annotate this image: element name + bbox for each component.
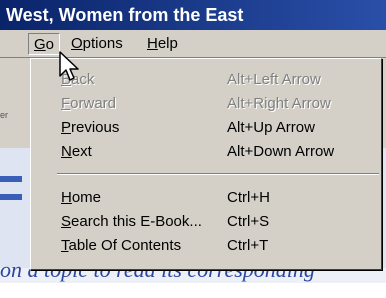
menu-item-forward-shortcut: Alt+Right Arrow — [227, 95, 331, 112]
menu-item-toc-text: able Of Contents — [68, 237, 182, 254]
menu-item-toc-accel: T — [61, 237, 69, 254]
menu-item-previous-accel: P — [61, 119, 72, 136]
menu-item-search-text: earch this E-Book... — [71, 213, 202, 230]
menu-separator — [57, 173, 379, 175]
menu-help-label: elp — [157, 35, 178, 52]
menu-item-previous[interactable]: Previous Alt+Up Arrow — [31, 116, 381, 140]
menu-item-forward[interactable]: Forward Alt+Right Arrow — [31, 92, 381, 116]
menu-go-accel: G — [34, 36, 46, 53]
menu-item-table-of-contents[interactable]: Table Of Contents Ctrl+T — [31, 234, 381, 258]
window-title: West, Women from the East — [6, 5, 244, 25]
menu-item-previous-label: Previous — [61, 116, 119, 140]
menu-item-home-text: ome — [71, 189, 102, 206]
go-menu-dropdown: Back Alt+Left Arrow Forward Alt+Right Ar… — [30, 58, 382, 270]
menu-item-home-accel: H — [61, 189, 72, 206]
menu-item-back-shortcut: Alt+Left Arrow — [227, 71, 321, 88]
menu-item-next-text: ext — [71, 143, 92, 160]
menu-item-forward-accel: F — [61, 95, 71, 112]
arrow-cursor-icon — [59, 51, 79, 81]
menu-item-next-shortcut: Alt+Down Arrow — [227, 143, 335, 160]
menu-item-home-label: Home — [61, 186, 101, 210]
partial-toolbar-label: er — [0, 110, 9, 120]
menu-item-next-label: Next — [61, 140, 92, 164]
menu-item-toc-label: Table Of Contents — [61, 234, 181, 258]
menu-item-search-shortcut: Ctrl+S — [227, 213, 270, 230]
menu-item-next-accel: N — [61, 143, 72, 160]
menu-go-label: o — [45, 36, 55, 53]
menu-item-toc-shortcut: Ctrl+T — [227, 237, 269, 254]
menu-item-search-label: Search this E-Book... — [61, 210, 202, 234]
menu-item-forward-label: Forward — [61, 92, 116, 116]
menu-item-search[interactable]: Search this E-Book... Ctrl+S — [31, 210, 381, 234]
menu-help[interactable]: Help — [142, 33, 183, 55]
menu-options-label: ptions — [82, 35, 123, 52]
menu-item-forward-text: orward — [70, 95, 117, 112]
menu-item-next[interactable]: Next Alt+Down Arrow — [31, 140, 381, 164]
window-title-bar[interactable]: West, Women from the East — [0, 0, 386, 30]
menu-item-home-shortcut: Ctrl+H — [227, 189, 270, 206]
menu-help-accel: H — [147, 35, 158, 52]
menu-item-previous-shortcut: Alt+Up Arrow — [227, 119, 315, 136]
menu-item-home[interactable]: Home Ctrl+H — [31, 186, 381, 210]
menu-item-back[interactable]: Back Alt+Left Arrow — [31, 68, 381, 92]
menu-go[interactable]: Go — [28, 33, 61, 55]
content-rule — [0, 176, 22, 182]
menu-item-search-accel: S — [61, 213, 72, 230]
content-bottom — [0, 283, 386, 298]
content-rule — [0, 194, 22, 200]
menu-item-previous-text: revious — [71, 119, 120, 136]
